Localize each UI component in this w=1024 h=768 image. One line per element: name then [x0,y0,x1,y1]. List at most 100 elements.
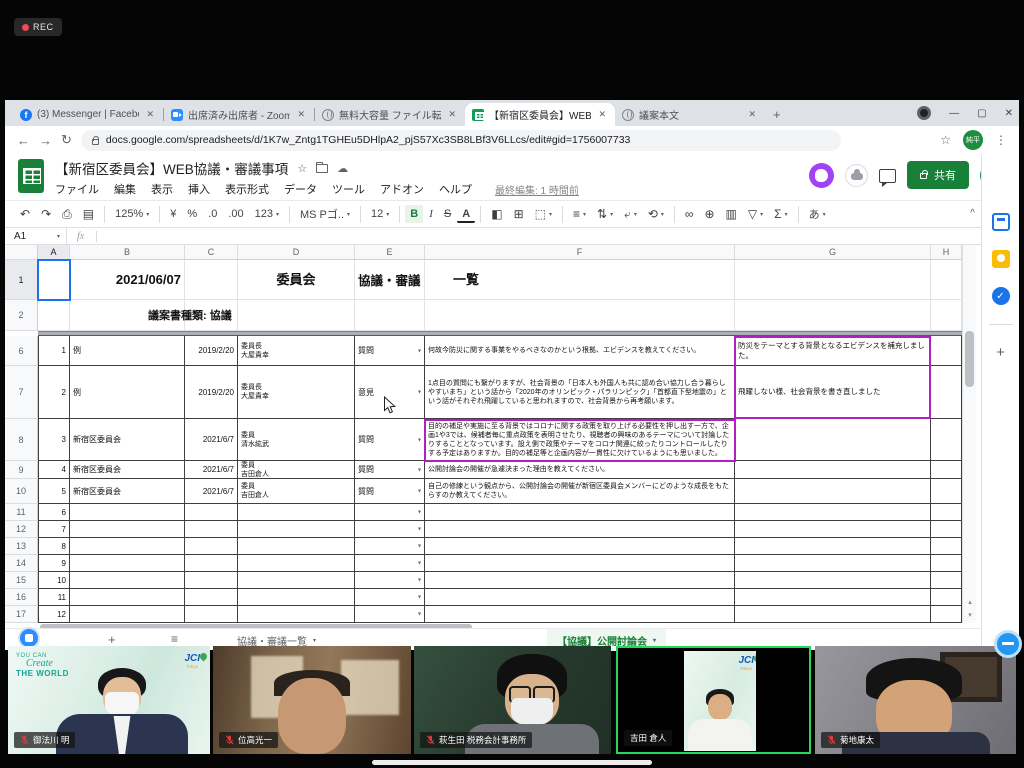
row-header-9[interactable]: 9 [5,461,38,479]
cell-B7[interactable]: 例 [70,366,185,419]
bookmark-star-icon[interactable]: ☆ [940,133,951,147]
cell-C12[interactable] [185,521,238,538]
dropdown-arrow-icon[interactable]: ▾ [418,577,421,584]
cell-B13[interactable] [70,538,185,555]
row-header-1[interactable]: 1 [5,260,38,300]
back-button[interactable]: ← [17,133,30,148]
browser-tab-1[interactable]: f(3) Messenger | Facebook✕ [13,103,163,126]
menu-5[interactable]: 表示形式 [225,181,269,197]
minimize-videos-button[interactable] [994,630,1022,658]
all-sheets-menu-icon[interactable]: ≡ [171,632,178,646]
cell-C9[interactable]: 2021/6/7 [185,461,238,479]
cell-C15[interactable] [185,572,238,589]
row-header-10[interactable]: 10 [5,479,38,504]
maximize-button[interactable]: ▢ [977,108,986,119]
cell-D11[interactable] [238,504,355,521]
taskbar-handle[interactable] [372,760,652,765]
tab-close-icon[interactable]: ✕ [746,108,758,121]
cell-B12[interactable] [70,521,185,538]
cell-C16[interactable] [185,589,238,606]
sheet-tab-caret-icon[interactable]: ▾ [653,637,656,644]
column-header-F[interactable]: F [425,245,735,260]
new-tab-button[interactable]: + [773,107,781,122]
dropdown-arrow-icon[interactable]: ▾ [418,543,421,550]
add-sheet-button[interactable]: + [108,632,116,647]
cell-B8[interactable]: 新宿区委員会 [70,419,185,461]
keep-icon[interactable] [992,250,1010,268]
cell-A6[interactable]: 1 [38,336,70,366]
minimize-button[interactable]: — [949,108,959,119]
cell-E6[interactable]: 質問▾ [355,336,425,366]
cell-D16[interactable] [238,589,355,606]
merge-cells-button[interactable]: ⬚▾ [530,204,557,224]
menu-7[interactable]: ツール [332,181,365,197]
borders-button[interactable]: ⊞ [509,204,529,224]
cell-G10[interactable] [735,479,931,504]
cell-H17[interactable] [931,606,962,623]
cell-G2[interactable] [735,300,931,331]
participant-video-1[interactable]: YOU CANCreateTHE WORLDJCITokyo御法川 明 [8,646,210,754]
cell-B14[interactable] [70,555,185,572]
dropdown-arrow-icon[interactable]: ▾ [418,526,421,533]
cell-G9[interactable] [735,461,931,479]
column-header-D[interactable]: D [238,245,355,260]
row-header-2[interactable]: 2 [5,300,38,331]
dropdown-arrow-icon[interactable]: ▾ [418,488,421,495]
dropdown-arrow-icon[interactable]: ▾ [418,436,421,443]
cell-F9[interactable]: 公開討論会の開催が急遽決まった理由を教えてください。 [425,461,735,479]
cell-F12[interactable] [425,521,735,538]
cell-H10[interactable] [931,479,962,504]
row-header-14[interactable]: 14 [5,555,38,572]
insert-chart-button[interactable]: ▥ [721,204,742,224]
sheet-tab-caret-icon[interactable]: ▾ [313,637,316,644]
cell-D2[interactable] [238,300,355,331]
dropdown-arrow-icon[interactable]: ▾ [418,347,421,354]
cell-B15[interactable] [70,572,185,589]
cell-B17[interactable] [70,606,185,623]
cell-H9[interactable] [931,461,962,479]
cell-E12[interactable]: ▾ [355,521,425,538]
cell-D10[interactable]: 委員 吉田倉人 [238,479,355,504]
cell-F2[interactable] [425,300,735,331]
cell-H8[interactable] [931,419,962,461]
cell-A15[interactable]: 10 [38,572,70,589]
cell-D13[interactable] [238,538,355,555]
format-currency-button[interactable]: ¥ [165,205,181,223]
participant-video-3[interactable]: 萩生田 税務会計事務所 [414,646,611,754]
cell-D9[interactable]: 委員 吉田倉人 [238,461,355,479]
cell-C14[interactable] [185,555,238,572]
browser-menu-icon[interactable]: ⋮ [995,133,1007,147]
italic-button[interactable]: I [424,205,438,223]
strikethrough-button[interactable]: S [439,205,456,223]
document-title[interactable]: 【新宿区委員会】WEB協議・審議事項 [55,158,288,178]
sheets-logo-icon[interactable] [18,159,44,193]
vertical-scrollbar-thumb[interactable] [965,331,974,387]
tab-close-icon[interactable]: ✕ [446,108,458,121]
cell-E16[interactable]: ▾ [355,589,425,606]
cell-F13[interactable] [425,538,735,555]
name-box[interactable]: A1 ▾ [5,228,67,244]
font-select-button[interactable]: MS Pゴ..▾ [295,203,355,225]
functions-button[interactable]: Σ▾ [769,204,792,224]
zoom-select-button[interactable]: 125%▾ [110,205,154,223]
scroll-down-icon[interactable]: ▾ [963,608,977,622]
menu-4[interactable]: 挿入 [188,181,210,197]
row-header-17[interactable]: 17 [5,606,38,623]
cell-H14[interactable] [931,555,962,572]
spreadsheet-grid[interactable]: ABCDEFGH12021/06/07委員会協議・審議一覧2議案書種類: 協議6… [5,245,962,623]
participant-video-2[interactable]: 位高光一 [213,646,411,754]
font-size-select-button[interactable]: 12▾ [366,205,394,223]
participant-video-4[interactable]: JCITokyo吉田 倉人 [616,646,811,754]
cell-E2[interactable] [355,300,425,331]
comment-history-icon[interactable] [879,169,896,183]
menu-2[interactable]: 編集 [114,181,136,197]
horizontal-align-button[interactable]: ≡▾ [568,204,591,224]
browser-tab-3[interactable]: 無料大容量 ファイル転送サービス Gi✕ [315,103,465,126]
cell-G1[interactable] [735,260,931,300]
row-header-15[interactable]: 15 [5,572,38,589]
cell-G14[interactable] [735,555,931,572]
filter-button[interactable]: ▽▾ [743,204,768,224]
vertical-scrollbar[interactable]: ▴ ▾ [962,245,976,623]
cell-F8[interactable]: 目的の補足や実施に至る背景ではコロナに関する政策を取り上げる必要性を押し出す一方… [425,419,735,461]
cell-F7[interactable]: 1点目の質問にも繋がりますが、社会背景の「日本人も外国人も共に認め合い協力し合う… [425,366,735,419]
